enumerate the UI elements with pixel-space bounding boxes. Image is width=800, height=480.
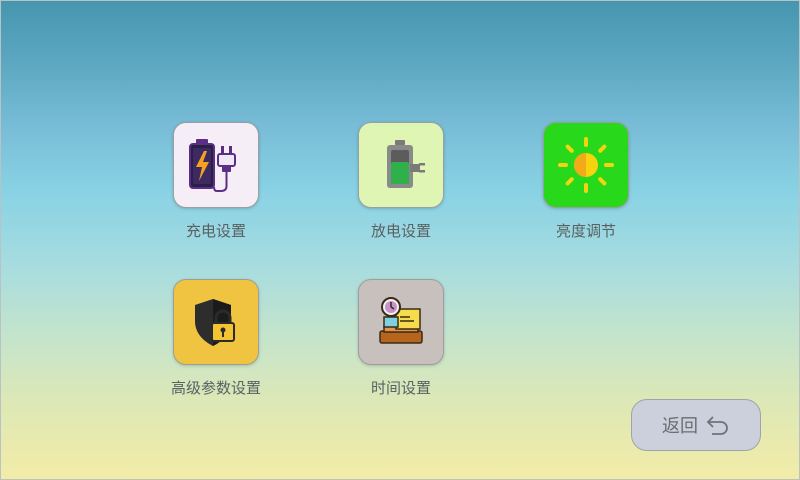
menu-item-label: 时间设置 [370, 379, 431, 397]
settings-screen: 充电设置 放电设置 亮度调节 高级参数设置 时间设置 返回 [0, 0, 800, 480]
menu-item-brightness[interactable]: 亮度调节 [531, 122, 641, 241]
back-button[interactable]: 返回 [631, 399, 761, 451]
clock-box-icon [379, 297, 423, 344]
menu-item-time-settings[interactable]: 时间设置 [346, 279, 456, 398]
menu-item-advanced-settings[interactable]: 高级参数设置 [161, 279, 271, 398]
menu-item-charge-settings[interactable]: 充电设置 [161, 122, 271, 241]
time-settings-button[interactable] [358, 279, 444, 365]
charge-settings-button[interactable] [173, 122, 259, 208]
menu-item-label: 放电设置 [370, 222, 431, 240]
shield-lock-icon [195, 299, 235, 346]
menu-item-label: 充电设置 [185, 222, 246, 240]
menu-item-label: 高级参数设置 [170, 379, 261, 397]
sun-icon [558, 137, 614, 193]
battery-plug-icon [387, 140, 425, 188]
battery-charging-plug-icon [189, 139, 236, 192]
brightness-button[interactable] [543, 122, 629, 208]
back-button-label: 返回 [662, 416, 698, 437]
discharge-settings-button[interactable] [358, 122, 444, 208]
advanced-settings-button[interactable] [173, 279, 259, 365]
menu-item-label: 亮度调节 [555, 222, 616, 240]
return-arrow-icon [706, 416, 728, 435]
menu-item-discharge-settings[interactable]: 放电设置 [346, 122, 456, 241]
